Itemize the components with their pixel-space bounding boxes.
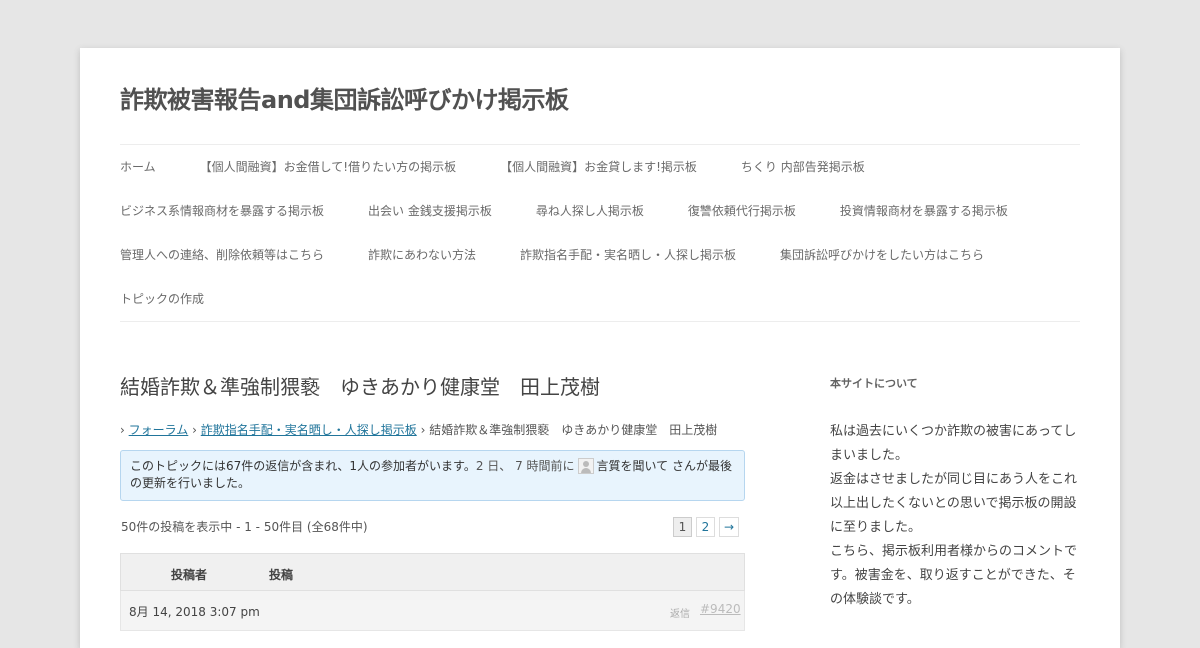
posts-table-header: 投稿者 投稿 bbox=[120, 553, 745, 591]
breadcrumb-separator: › bbox=[192, 423, 197, 437]
topic-info-notice: このトピックには67件の返信が含まれ、1人の参加者がいます。2 日、 7 時間前… bbox=[120, 450, 745, 501]
nav-row-2: ビジネス系情報商材を暴露する掲示板 出会い 金銭支援掲示板 尋ね人探し人掲示板 … bbox=[120, 201, 1052, 221]
nav-item-contact-admin[interactable]: 管理人への連絡、削除依頼等はこちら bbox=[120, 245, 324, 265]
avatar-icon[interactable] bbox=[577, 458, 594, 474]
breadcrumb-separator: › bbox=[120, 423, 125, 437]
breadcrumb-current: 結婚詐欺＆準強制猥褻 ゆきあかり健康堂 田上茂樹 bbox=[429, 423, 718, 437]
breadcrumb-forum-link[interactable]: フォーラム bbox=[129, 423, 189, 437]
nav-item-whistleblow-board[interactable]: ちくり 内部告発掲示板 bbox=[741, 157, 865, 177]
freshness-link[interactable]: 2 日、 7 時間前に bbox=[476, 459, 575, 473]
page-1-current: 1 bbox=[673, 517, 692, 537]
site-title[interactable]: 詐欺被害報告and集団訴訟呼びかけ掲示板 bbox=[120, 80, 569, 115]
reply-link[interactable]: 返信 bbox=[670, 605, 690, 620]
post-date: 8月 14, 2018 3:07 pm bbox=[129, 605, 260, 619]
nav-item-create-topic[interactable]: トピックの作成 bbox=[120, 289, 204, 309]
page-container: 詐欺被害報告and集団訴訟呼びかけ掲示板 ホーム 【個人間融資】お金借して!借り… bbox=[80, 48, 1120, 648]
sidebar-paragraph: 返金はさせましたが同じ目にあう人をこれ以上出したくないとの思いで掲示板の開設に至… bbox=[830, 472, 1078, 535]
nav-item-revenge-board[interactable]: 復讐依頼代行掲示板 bbox=[688, 201, 796, 221]
nav-item-home[interactable]: ホーム bbox=[120, 157, 156, 177]
sidebar-paragraph: こちら、掲示板利用者様からのコメントです。被害金を、取り返すことができた、その体… bbox=[830, 544, 1078, 607]
sidebar-paragraph: 私は過去にいくつか詐欺の被害にあってしまいました。 bbox=[830, 424, 1077, 463]
next-page-link[interactable]: → bbox=[719, 517, 740, 537]
post-permalink[interactable]: #9420 bbox=[700, 602, 741, 616]
breadcrumb-separator: › bbox=[420, 423, 426, 437]
nav-row-1: ホーム 【個人間融資】お金借して!借りたい方の掲示板 【個人間融資】お金貸します… bbox=[120, 157, 909, 177]
sidebar-widget-title: 本サイトについて bbox=[830, 377, 918, 390]
nav-row-3: 管理人への連絡、削除依頼等はこちら 詐欺にあわない方法 詐欺指名手配・実名晒し・… bbox=[120, 245, 1028, 265]
column-author: 投稿者 bbox=[171, 568, 208, 582]
breadcrumb: › フォーラム › 詐欺指名手配・実名晒し・人探し掲示板 › 結婚詐欺＆準強制猥… bbox=[120, 421, 717, 438]
nav-item-missing-person-board[interactable]: 尋ね人探し人掲示板 bbox=[536, 201, 644, 221]
post-count: 50件の投稿を表示中 - 1 - 50件目 (全68件中) bbox=[121, 520, 368, 534]
breadcrumb-board-link[interactable]: 詐欺指名手配・実名晒し・人探し掲示板 bbox=[201, 423, 417, 437]
nav-item-class-action[interactable]: 集団訴訟呼びかけをしたい方はこちら bbox=[780, 245, 984, 265]
nav-item-wanted-board[interactable]: 詐欺指名手配・実名晒し・人探し掲示板 bbox=[520, 245, 736, 265]
nav-item-business-info-board[interactable]: ビジネス系情報商材を暴露する掲示板 bbox=[120, 201, 324, 221]
nav-item-investment-info-board[interactable]: 投資情報商材を暴露する掲示板 bbox=[840, 201, 1008, 221]
last-user-link[interactable]: 言質を聞いて bbox=[597, 459, 669, 473]
sidebar-widget-text: 私は過去にいくつか詐欺の被害にあってしまいました。 返金はさせましたが同じ目にあ… bbox=[830, 420, 1080, 612]
page-2-link[interactable]: 2 bbox=[696, 517, 715, 537]
pagination: 1 2 → bbox=[673, 517, 740, 537]
column-posts: 投稿 bbox=[269, 568, 294, 582]
nav-item-borrow-board[interactable]: 【個人間融資】お金借して!借りたい方の掲示板 bbox=[200, 157, 456, 177]
nav-item-lend-board[interactable]: 【個人間融資】お金貸します!掲示板 bbox=[500, 157, 697, 177]
notice-text: このトピックには67件の返信が含まれ、1人の参加者がいます。 bbox=[130, 459, 476, 473]
nav-row-4: トピックの作成 bbox=[120, 289, 248, 309]
nav-item-dating-support-board[interactable]: 出会い 金銭支援掲示板 bbox=[368, 201, 492, 221]
main-navigation: ホーム 【個人間融資】お金借して!借りたい方の掲示板 【個人間融資】お金貸します… bbox=[120, 144, 1080, 322]
post-header-row: 8月 14, 2018 3:07 pm 返信 #9420 bbox=[120, 591, 745, 631]
topic-title: 結婚詐欺＆準強制猥褻 ゆきあかり健康堂 田上茂樹 bbox=[120, 375, 600, 399]
nav-item-avoid-fraud[interactable]: 詐欺にあわない方法 bbox=[368, 245, 476, 265]
